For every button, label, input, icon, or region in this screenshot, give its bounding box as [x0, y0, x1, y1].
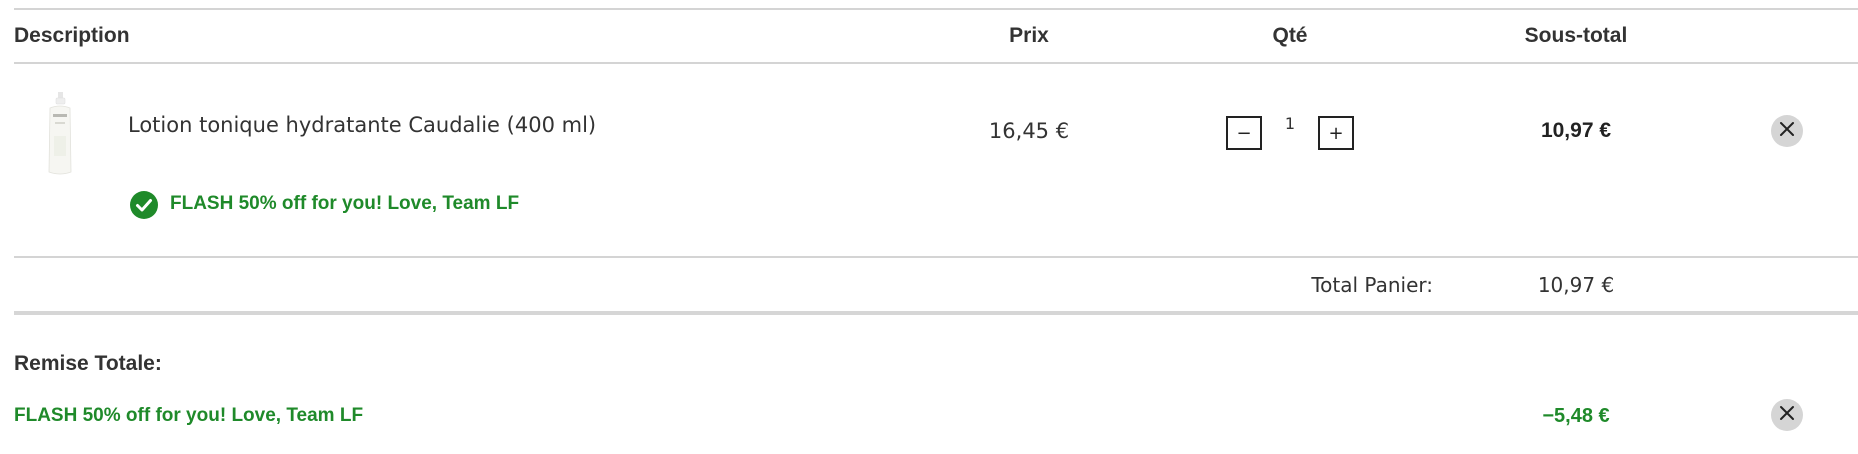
remove-discount-button[interactable] — [1771, 399, 1803, 431]
item-subtotal: 10,97 € — [1540, 119, 1612, 142]
column-header-description: Description — [14, 24, 130, 47]
remove-item-button[interactable] — [1771, 115, 1803, 147]
column-header-price: Prix — [1009, 24, 1049, 47]
discount-promo-name: FLASH 50% off for you! Love, Team LF — [14, 405, 364, 426]
product-bottle-image[interactable] — [40, 92, 80, 178]
close-icon — [1779, 405, 1795, 426]
item-divider — [14, 256, 1858, 258]
column-header-quantity: Qté — [1272, 24, 1308, 47]
column-header-subtotal: Sous-total — [1524, 24, 1628, 47]
quantity-increase-button[interactable]: + — [1318, 116, 1354, 150]
discount-total-label: Remise Totale: — [14, 352, 162, 375]
quantity-decrease-button[interactable]: − — [1226, 116, 1262, 150]
header-divider — [14, 62, 1858, 64]
cart-total-value: 10,97 € — [1537, 273, 1615, 297]
discount-value: −5,48 € — [1542, 405, 1610, 427]
quantity-value[interactable]: 1 — [1278, 114, 1302, 133]
check-circle-icon — [130, 191, 158, 219]
close-icon — [1779, 121, 1795, 142]
product-name-link[interactable]: Lotion tonique hydratante Caudalie (400 … — [128, 113, 596, 137]
table-top-divider — [14, 8, 1858, 10]
cart-total-label: Total Panier: — [1311, 273, 1433, 297]
unit-price: 16,45 € — [988, 119, 1070, 143]
totals-divider — [14, 311, 1858, 315]
item-promo-message: FLASH 50% off for you! Love, Team LF — [170, 193, 520, 214]
